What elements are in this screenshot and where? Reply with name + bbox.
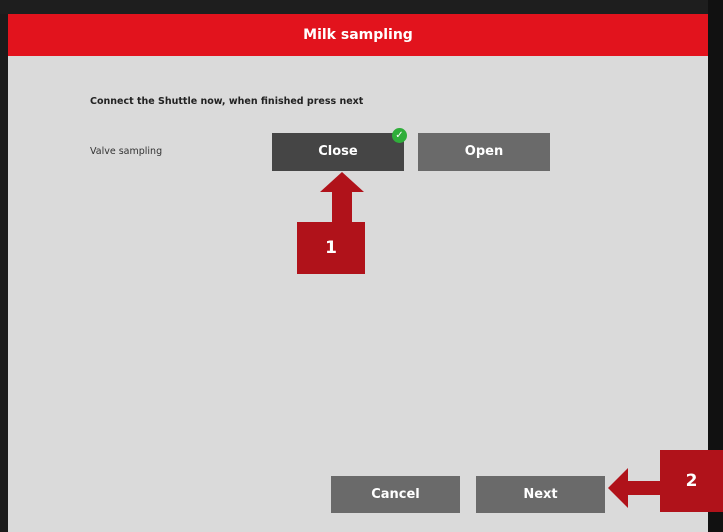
annotation-arrow-up-icon: [320, 172, 364, 224]
check-icon: ✓: [392, 128, 407, 143]
annotation-badge-1: 1: [297, 222, 365, 274]
dialog-title: Milk sampling: [8, 14, 708, 56]
valve-close-button[interactable]: Close: [272, 133, 404, 171]
annotation-arrow-left-icon: [608, 468, 662, 508]
cancel-button[interactable]: Cancel: [331, 476, 460, 513]
valve-open-button[interactable]: Open: [418, 133, 550, 171]
annotation-badge-2: 2: [660, 450, 723, 512]
monitor-bezel-top: [0, 0, 723, 14]
instruction-text: Connect the Shuttle now, when finished p…: [90, 96, 364, 107]
valve-sampling-label: Valve sampling: [90, 146, 163, 157]
next-button[interactable]: Next: [476, 476, 605, 513]
